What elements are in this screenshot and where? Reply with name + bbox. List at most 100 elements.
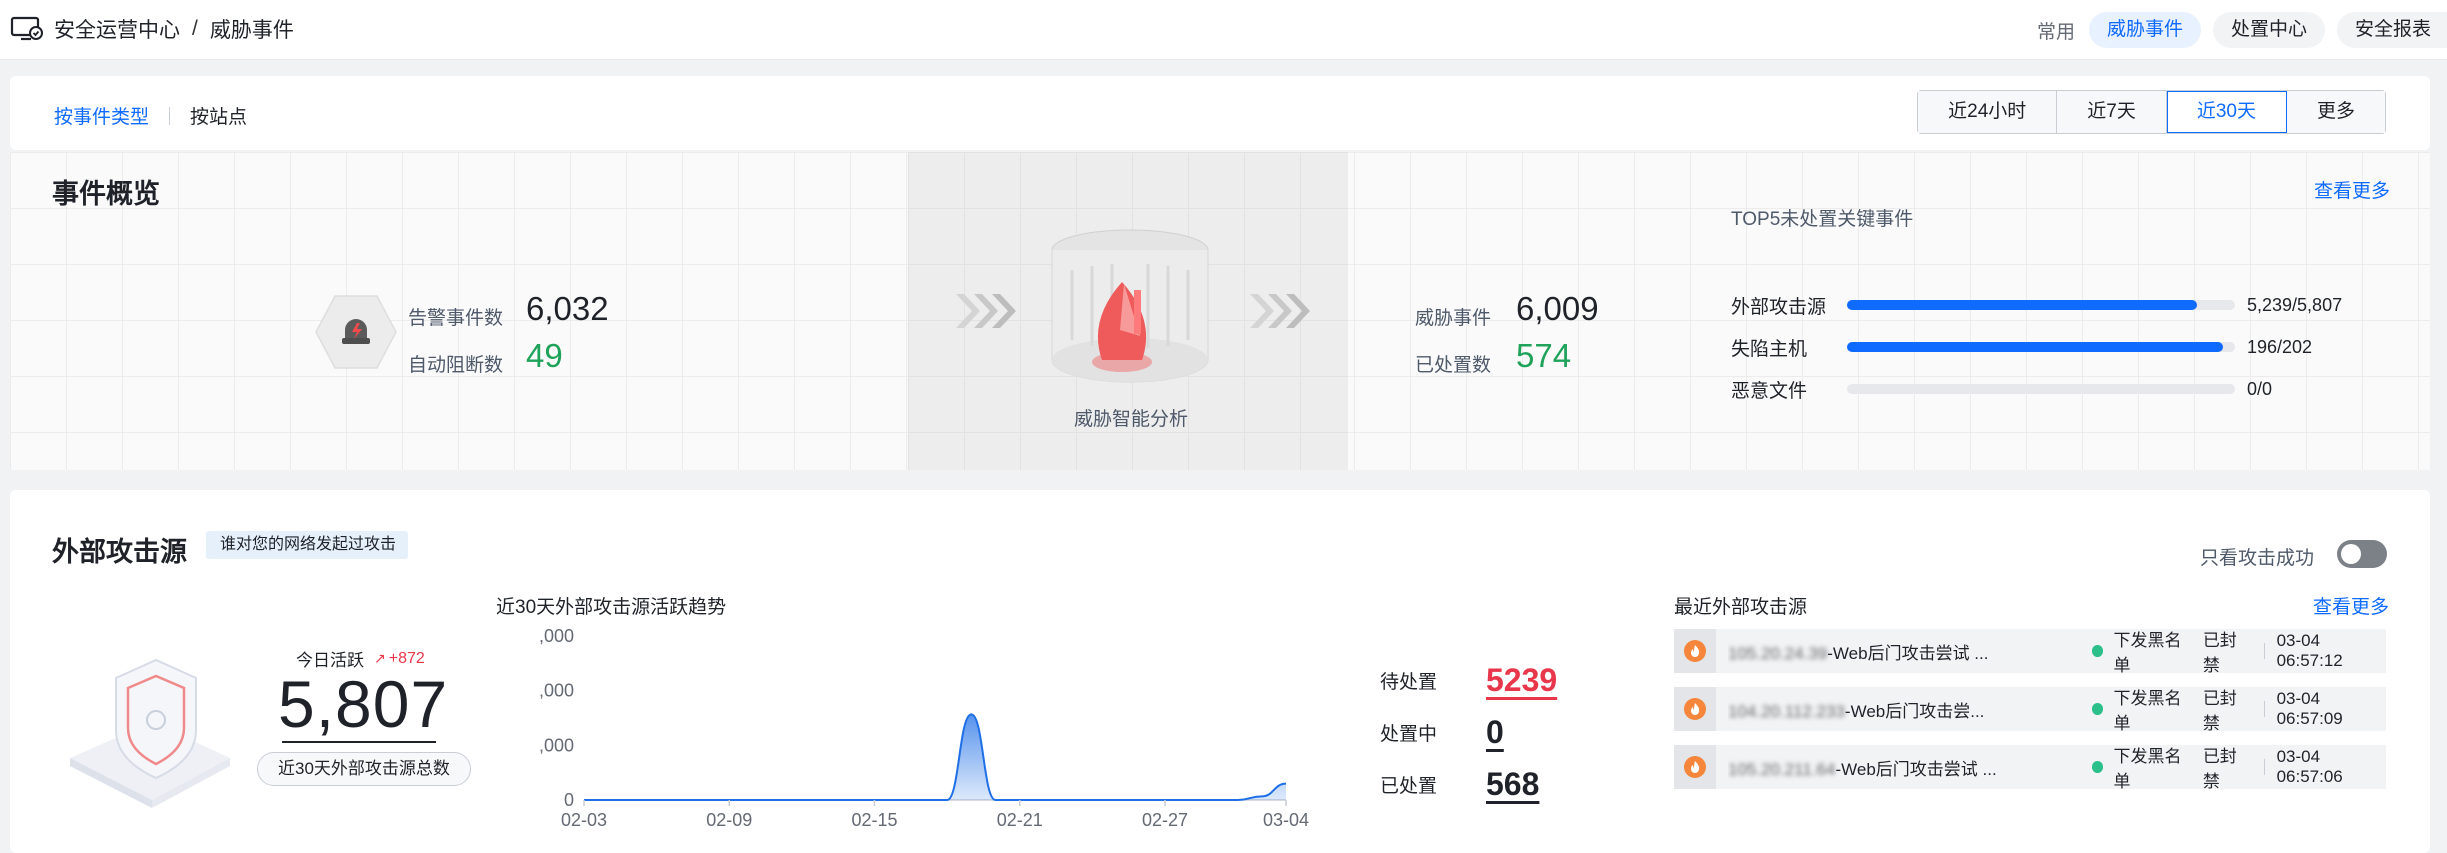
y-tick-label: 3,000 [540,735,574,755]
toggle-knob [2341,544,2361,564]
y-tick-label: 6,000 [540,681,574,701]
top5-row[interactable]: 恶意文件 0/0 [1731,377,2371,402]
fire-icon [1674,629,1716,673]
divider [2263,701,2265,717]
recent-event: -Web后门攻击尝试 ... [1835,759,1997,779]
overview-more-link[interactable]: 查看更多 [2314,176,2390,203]
top5-row[interactable]: 失陷主机 196/202 [1731,335,2371,360]
progress-fill [1847,342,2224,352]
count-row-pending[interactable]: 待处置 5239 [1380,654,1557,706]
list-item[interactable]: 104.20.112.233-Web后门攻击尝... 下发黑名单 已封禁 03-… [1674,684,2386,734]
top5-row[interactable]: 外部攻击源 5,239/5,807 [1731,293,2371,318]
quick-links-label: 常用 [2036,21,2075,43]
count-row-handled[interactable]: 已处置 568 [1380,758,1557,810]
recent-event: -Web后门攻击尝... [1844,701,1985,721]
x-tick-label: 03-04 [1263,810,1309,830]
list-item[interactable]: 105.20.24.39-Web后门攻击尝试 ... 下发黑名单 已封禁 03-… [1674,629,2386,675]
range-24h[interactable]: 近24小时 [1918,91,2058,133]
attack-tag: 谁对您的网络发起过攻击 [206,531,409,559]
tab-by-site[interactable]: 按站点 [190,102,247,129]
alerts-label: 告警事件数 [408,308,504,329]
recent-time: 03-04 06:57:12 [2276,631,2343,670]
top5-label: 外部攻击源 [1731,296,1827,318]
overview-title: 事件概览 [52,179,160,209]
x-tick-label: 02-03 [561,810,607,830]
threat-label: 威胁事件 [1415,308,1492,329]
recent-status: 下发黑名单 已封禁 03-04 06:57:09 [2092,684,2386,734]
recent-state: 已封禁 [2202,689,2237,733]
chart-title: 近30天外部攻击源活跃趋势 [496,597,727,618]
threat-analysis-graphic [1042,210,1218,406]
divider [2263,643,2265,659]
list-item[interactable]: 105.20.211.64-Web后门攻击尝试 ... 下发黑名单 已封禁 03… [1674,742,2386,792]
range-more[interactable]: 更多 [2286,91,2385,133]
total-underline [282,741,436,743]
count-label: 处置中 [1380,723,1438,745]
quick-link-security-report[interactable]: 安全报表 [2336,12,2447,48]
blocked-label: 自动阻断数 [408,355,504,376]
count-list: 待处置 5239 处置中 0 已处置 568 [1380,654,1557,810]
count-value-handled[interactable]: 568 [1486,766,1539,803]
attack-title: 外部攻击源 [52,537,187,567]
breadcrumb: 安全运营中心 / 威胁事件 [10,14,294,44]
progress-track [1847,300,2235,310]
blocked-value: 49 [526,337,563,374]
tab-by-event-type[interactable]: 按事件类型 [54,102,149,129]
threat-value: 6,009 [1516,290,1599,327]
today-delta: +872 [388,649,425,667]
top5-value: 0/0 [2247,378,2273,399]
recent-status-text: 下发黑名单 [2113,631,2182,675]
x-tick-label: 02-21 [997,810,1043,830]
progress-track [1847,384,2235,394]
type-tabs: 按事件类型 按站点 [54,102,247,129]
analysis-label: 威胁智能分析 [1074,409,1189,430]
recent-ip: 105.20.24.39 [1728,643,1828,663]
handled-label: 已处置数 [1415,355,1492,376]
range-30d[interactable]: 近30天 [2166,91,2287,133]
range-7d[interactable]: 近7天 [2057,91,2167,133]
recent-event-text: 104.20.112.233-Web后门攻击尝... [1728,697,2088,722]
quick-link-disposal-center[interactable]: 处置中心 [2212,12,2325,48]
only-success-label: 只看攻击成功 [2200,548,2315,569]
fire-icon [1674,745,1716,789]
y-tick-label: 9,000 [540,626,574,646]
x-tick-label: 02-09 [706,810,752,830]
recent-status-text: 下发黑名单 [2113,689,2182,733]
progress-fill [1847,300,2197,310]
recent-more-link[interactable]: 查看更多 [2313,592,2389,619]
trend-up-icon: ↗ [374,650,386,666]
series-line [583,713,1287,801]
count-label: 已处置 [1380,775,1438,797]
quick-links: 常用 威胁事件 处置中心 安全报表 [2037,12,2447,48]
count-value-processing[interactable]: 0 [1486,714,1504,751]
top5-value: 5,239/5,807 [2247,294,2343,315]
time-range-selector: 近24小时 近7天 近30天 更多 [1917,90,2386,134]
top5-value: 196/202 [2247,336,2313,357]
breadcrumb-root[interactable]: 安全运营中心 [54,14,180,44]
recent-event: -Web后门攻击尝试 ... [1827,643,1989,663]
shield-illustration [60,650,240,810]
only-success-toggle[interactable] [2337,540,2387,568]
status-dot [2092,761,2104,773]
recent-ip: 105.20.211.64 [1728,759,1836,779]
tab-divider [169,106,171,125]
recent-status-text: 下发黑名单 [2113,747,2182,791]
top-bar: 安全运营中心 / 威胁事件 常用 威胁事件 处置中心 安全报表 [0,0,2447,60]
top5-list: 外部攻击源 5,239/5,807 失陷主机 196/202 恶意文件 0/0 [1731,293,2371,402]
count-row-processing[interactable]: 处置中 0 [1380,706,1557,758]
total-30d-button[interactable]: 近30天外部攻击源总数 [257,752,471,786]
quick-link-threat-events[interactable]: 威胁事件 [2088,12,2201,48]
recent-state: 已封禁 [2202,747,2237,791]
divider [2263,759,2265,775]
top5-title: TOP5未处置关键事件 [1731,209,1914,230]
y-tick-label: 0 [564,790,574,810]
breadcrumb-separator: / [192,17,198,40]
status-dot [2092,645,2104,657]
recent-status: 下发黑名单 已封禁 03-04 06:57:06 [2092,742,2386,792]
recent-event-text: 105.20.211.64-Web后门攻击尝试 ... [1728,755,2088,780]
recent-state: 已封禁 [2202,631,2237,675]
fire-icon [1674,687,1716,731]
alarm-icon [314,294,398,370]
x-tick-label: 02-27 [1142,810,1188,830]
count-value-pending[interactable]: 5239 [1486,662,1557,699]
